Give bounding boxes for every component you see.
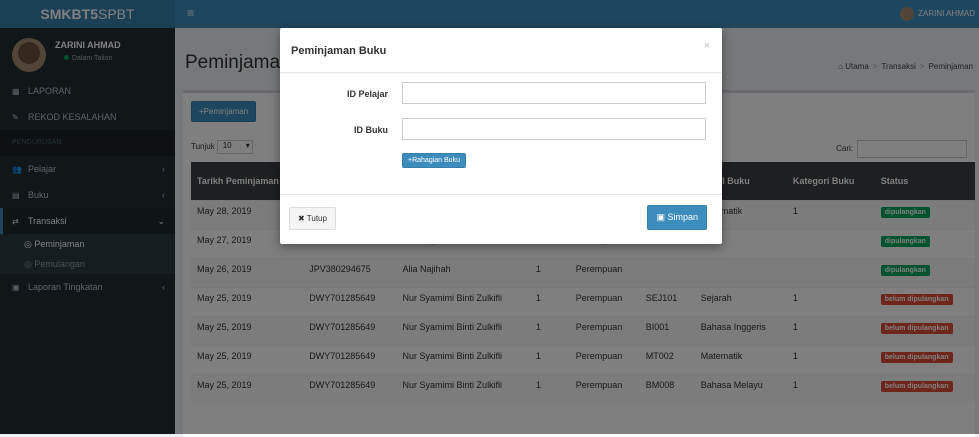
close-button[interactable]: ✖ Tutup	[289, 207, 336, 230]
loan-modal: Peminjaman Buku × ID Pelajar ID Buku +Ra…	[280, 28, 722, 244]
student-id-label: ID Pelajar	[346, 89, 388, 99]
save-icon: ▣	[656, 212, 668, 222]
close-button-label: Tutup	[306, 214, 327, 223]
modal-header: Peminjaman Buku ×	[280, 28, 722, 73]
book-id-label: ID Buku	[353, 125, 388, 135]
modal-footer: ✖ Tutup ▣ Simpan	[280, 194, 722, 245]
save-button-label: Simpan	[667, 212, 698, 222]
modal-title: Peminjaman Buku	[291, 45, 387, 57]
close-icon: ✖	[298, 214, 307, 223]
save-button[interactable]: ▣ Simpan	[647, 205, 707, 230]
student-id-field[interactable]	[402, 82, 706, 104]
add-book-button[interactable]: +Rahagian Buku	[402, 153, 466, 168]
book-id-field[interactable]	[402, 118, 706, 140]
add-book-label: Rahagian Buku	[412, 157, 460, 164]
close-icon[interactable]: ×	[704, 40, 710, 52]
